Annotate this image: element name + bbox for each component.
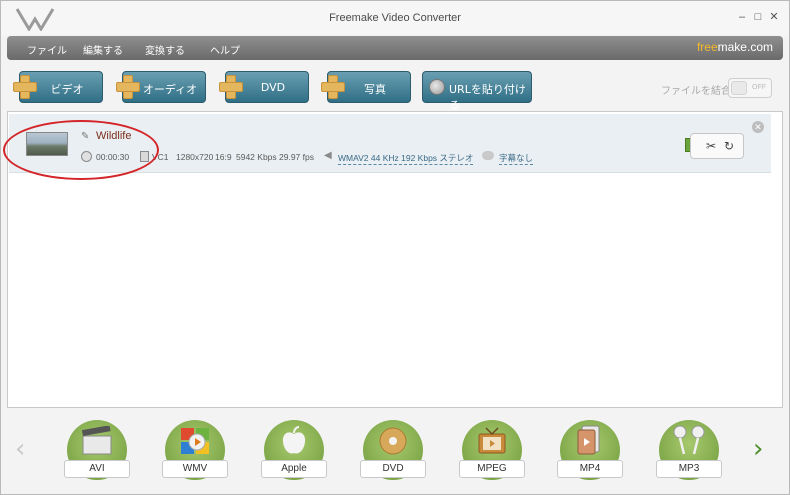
file-list: ✎ Wildlife 00:00:30 VC1 1280x720 16:9 59…: [3, 111, 783, 408]
menu-bar: ファイル 編集する 変換する ヘルプ freemake.com: [7, 36, 783, 60]
plus-icon: [319, 73, 345, 99]
scissors-icon: ✂: [706, 139, 717, 153]
format-label: WMV: [162, 460, 228, 478]
plus-icon: [114, 73, 140, 99]
video-aspect: 16:9: [215, 152, 232, 162]
format-apple-button[interactable]: Apple: [261, 420, 327, 480]
subtitle-icon: [482, 151, 494, 160]
menu-help[interactable]: ヘルプ: [210, 42, 240, 57]
toggle-knob: [731, 81, 747, 95]
join-files-toggle[interactable]: OFF: [728, 78, 772, 98]
format-dvd-button[interactable]: DVD: [360, 420, 426, 480]
minimize-button[interactable]: –: [735, 10, 749, 24]
format-mp4-button[interactable]: MP4: [557, 420, 623, 480]
menu-file[interactable]: ファイル: [27, 42, 67, 57]
plus-icon: [11, 73, 37, 99]
format-label: Apple: [261, 460, 327, 478]
brand-free: free: [696, 40, 718, 54]
paste-url-button[interactable]: URLを貼り付ける: [422, 71, 532, 112]
app-window: Freemake Video Converter – □ ✕ ファイル 編集する…: [0, 0, 790, 495]
speaker-icon: ◀: [324, 150, 332, 161]
window-title: Freemake Video Converter: [329, 12, 461, 24]
format-label: AVI: [64, 460, 130, 478]
globe-icon: [429, 79, 445, 95]
brand-logo[interactable]: freemake.com: [697, 40, 773, 54]
brand-rest: make.com: [717, 40, 773, 54]
format-avi-button[interactable]: AVI: [64, 420, 130, 480]
menu-convert[interactable]: 変換する: [145, 42, 185, 57]
chevron-right-icon[interactable]: ›: [753, 434, 763, 464]
format-label: MP4: [557, 460, 623, 478]
rotate-icon: ↻: [724, 139, 735, 153]
toggle-state: OFF: [752, 84, 766, 91]
plus-icon: [217, 73, 243, 99]
video-resolution: 1280x720: [176, 152, 214, 162]
maximize-button[interactable]: □: [751, 10, 765, 24]
chevron-left-icon[interactable]: ‹: [15, 434, 25, 464]
remove-file-icon[interactable]: ✕: [752, 121, 764, 133]
annotation-ellipse: [3, 120, 159, 180]
audio-track-link[interactable]: WMAV2 44 KHz 192 Kbps ステレオ: [338, 152, 474, 165]
menu-edit[interactable]: 編集する: [83, 42, 123, 57]
close-window-button[interactable]: ✕: [767, 10, 781, 24]
format-label: MPEG: [459, 460, 525, 478]
format-label: MP3: [656, 460, 722, 478]
title-bar: Freemake Video Converter – □ ✕: [1, 1, 789, 35]
paste-url-label: URLを貼り付ける: [449, 83, 526, 112]
format-mp3-button[interactable]: MP3: [656, 420, 722, 480]
edit-button[interactable]: ✂ ↻: [690, 133, 744, 159]
format-label: DVD: [360, 460, 426, 478]
join-files-label: ファイルを結合: [661, 86, 731, 97]
video-bitrate: 5942 Kbps: [236, 152, 277, 162]
subtitles-link[interactable]: 字幕なし: [499, 152, 534, 165]
format-mpeg-button[interactable]: MPEG: [459, 420, 525, 480]
video-fps: 29.97 fps: [279, 152, 314, 162]
format-wmv-button[interactable]: WMV: [162, 420, 228, 480]
